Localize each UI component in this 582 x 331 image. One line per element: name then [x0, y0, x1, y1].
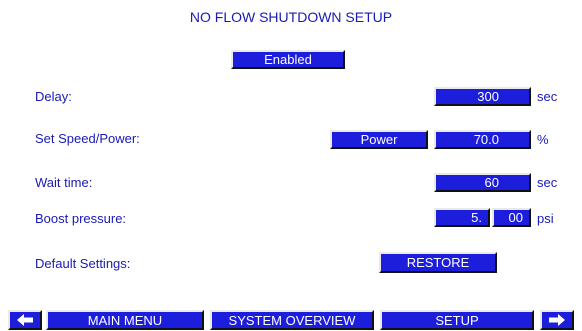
boost-pressure-integer-value: 5. [471, 210, 482, 225]
main-menu-button[interactable]: MAIN MENU [46, 310, 204, 330]
delay-value-field[interactable]: 300 [434, 87, 531, 106]
forward-button[interactable] [540, 310, 574, 330]
page-title: NO FLOW SHUTDOWN SETUP [189, 9, 393, 25]
speed-power-value-field[interactable]: 70.0 [434, 130, 531, 149]
set-speed-power-label: Set Speed/Power: [35, 131, 140, 146]
wait-time-label: Wait time: [35, 175, 93, 190]
delay-value: 300 [477, 89, 499, 104]
wait-time-unit: sec [537, 175, 558, 190]
boost-pressure-fraction-value: 00 [508, 210, 523, 225]
arrow-left-icon [17, 314, 33, 326]
main-menu-label: MAIN MENU [87, 312, 163, 328]
boost-pressure-label: Boost pressure: [35, 211, 127, 226]
wait-time-value: 60 [484, 175, 499, 190]
speed-power-mode-button[interactable]: Power [330, 130, 428, 149]
system-overview-label: SYSTEM OVERVIEW [228, 312, 356, 328]
speed-power-mode-value: Power [360, 132, 398, 147]
default-settings-label: Default Settings: [35, 256, 131, 271]
delay-unit: sec [537, 89, 558, 104]
back-button[interactable] [8, 310, 42, 330]
wait-time-value-field[interactable]: 60 [434, 173, 531, 192]
setup-button[interactable]: SETUP [380, 310, 534, 330]
speed-power-value: 70.0 [473, 132, 499, 147]
enabled-toggle-label: Enabled [264, 52, 312, 67]
restore-button-label: RESTORE [406, 255, 470, 270]
enabled-toggle-button[interactable]: Enabled [231, 50, 345, 69]
boost-pressure-fraction-field[interactable]: 00 [492, 208, 531, 227]
arrow-right-icon [549, 314, 565, 326]
setup-label: SETUP [435, 312, 479, 328]
restore-button[interactable]: RESTORE [379, 252, 497, 273]
system-overview-button[interactable]: SYSTEM OVERVIEW [210, 310, 374, 330]
boost-pressure-unit: psi [537, 211, 554, 226]
speed-power-unit: % [537, 132, 549, 147]
delay-label: Delay: [35, 89, 72, 104]
boost-pressure-integer-field[interactable]: 5. [434, 208, 490, 227]
